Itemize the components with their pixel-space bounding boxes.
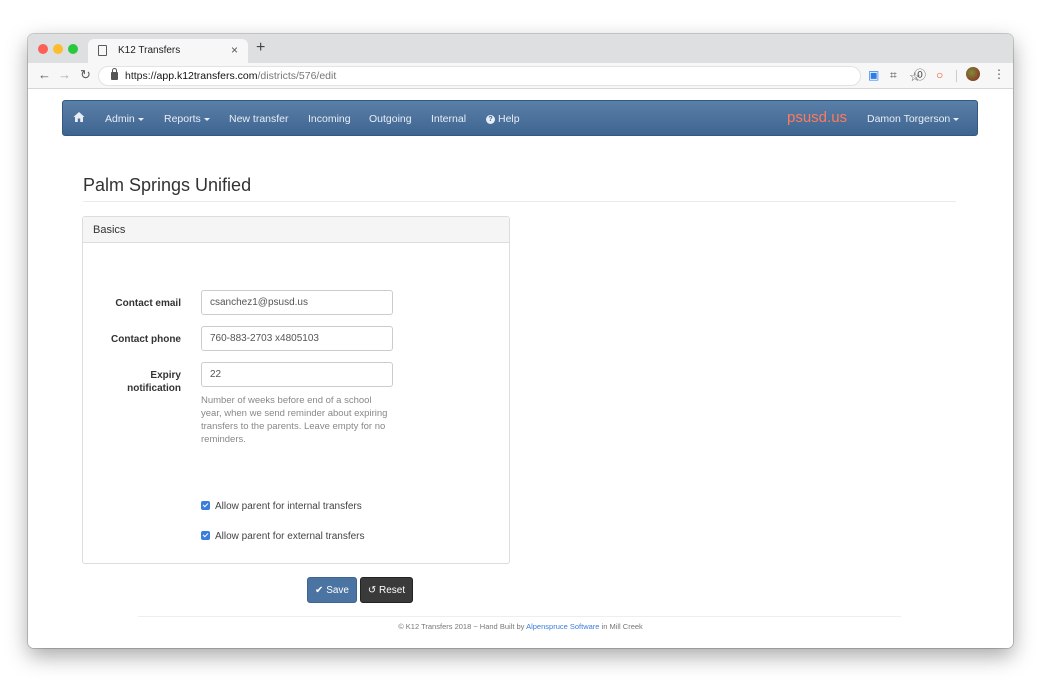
nav-internal[interactable]: Internal <box>431 113 466 125</box>
expiry-help-text: Number of weeks before end of a school y… <box>201 395 388 445</box>
nav-admin[interactable]: Admin <box>105 113 144 125</box>
back-arrow-icon[interactable]: ← <box>38 67 51 83</box>
tab-strip: K12 Transfers × + <box>28 34 1013 63</box>
reset-button[interactable]: ↺ Reset <box>360 577 413 603</box>
expiry-notification-input[interactable] <box>201 362 393 387</box>
nav-help[interactable]: ? Help <box>486 113 520 125</box>
forward-arrow-icon[interactable]: → <box>58 67 71 83</box>
allow-internal-checkbox[interactable]: Allow parent for internal transfers <box>201 501 362 512</box>
expiry-notification-label: Expiry notification <box>127 370 181 394</box>
nav-reports[interactable]: Reports <box>164 113 210 125</box>
allow-external-checkbox[interactable]: Allow parent for external transfers <box>201 531 365 542</box>
check-icon: ✔ <box>315 585 324 596</box>
checkbox-checked-icon[interactable] <box>201 531 210 540</box>
panel-header: Basics <box>83 217 509 243</box>
contact-phone-input[interactable] <box>201 326 393 351</box>
footer-divider <box>138 616 901 617</box>
footer-link[interactable]: Alpenspruce Software <box>526 622 599 631</box>
contact-email-label: Contact email <box>115 298 181 309</box>
browser-tab[interactable]: K12 Transfers × <box>88 39 248 63</box>
reload-icon[interactable]: ↻ <box>80 67 91 83</box>
browser-menu-icon[interactable]: ⋮ <box>993 67 1005 81</box>
page-content: Admin Reports New transfer Incoming Outg… <box>28 89 1013 648</box>
checkbox-checked-icon[interactable] <box>201 501 210 510</box>
address-bar[interactable]: https://app.k12transfers.com/districts/5… <box>98 66 921 86</box>
opera-extension-icon[interactable]: ○ <box>936 68 943 82</box>
footer: © K12 Transfers 2018 ~ Hand Built by Alp… <box>398 622 643 631</box>
caret-down-icon <box>953 117 960 121</box>
home-icon[interactable] <box>73 111 85 123</box>
tab-close-icon[interactable]: × <box>231 43 238 57</box>
nav-new-transfer[interactable]: New transfer <box>229 113 289 125</box>
save-button[interactable]: ✔ Save <box>307 577 357 603</box>
minimize-window-button[interactable] <box>53 44 63 54</box>
profile-avatar[interactable] <box>966 67 980 81</box>
contact-phone-label: Contact phone <box>111 334 181 345</box>
question-circle-icon: ? <box>486 114 495 124</box>
title-divider <box>83 201 956 202</box>
undo-icon: ↺ <box>367 585 377 596</box>
toolbar-divider <box>956 70 957 82</box>
nav-outgoing[interactable]: Outgoing <box>369 113 412 125</box>
basics-panel: Basics Contact email Contact phone Expir… <box>82 216 510 564</box>
page-icon <box>98 45 107 56</box>
caret-down-icon <box>137 117 144 121</box>
tab-title: K12 Transfers <box>118 45 181 56</box>
page-title: Palm Springs Unified <box>83 175 252 195</box>
extension-icon[interactable]: ⌗ <box>890 68 897 82</box>
caret-down-icon <box>203 117 210 121</box>
user-menu[interactable]: Damon Torgerson <box>867 113 960 125</box>
url-text: https://app.k12transfers.com/districts/5… <box>125 70 337 82</box>
extension-icon[interactable]: ▣ <box>868 68 879 82</box>
browser-toolbar: ← → ↻ https://app.k12transfers.com/distr… <box>28 63 1013 89</box>
extension-icon[interactable]: ⓪ <box>914 68 926 82</box>
new-tab-button[interactable]: + <box>256 40 265 56</box>
nav-incoming[interactable]: Incoming <box>308 113 351 125</box>
browser-window: K12 Transfers × + ← → ↻ https://app.k12t… <box>28 34 1013 648</box>
close-window-button[interactable] <box>38 44 48 54</box>
lock-icon <box>111 68 118 80</box>
panel-title: Basics <box>93 224 126 236</box>
contact-email-input[interactable] <box>201 290 393 315</box>
district-brand[interactable]: psusd.us <box>787 109 847 126</box>
maximize-window-button[interactable] <box>68 44 78 54</box>
app-navbar: Admin Reports New transfer Incoming Outg… <box>62 100 978 136</box>
